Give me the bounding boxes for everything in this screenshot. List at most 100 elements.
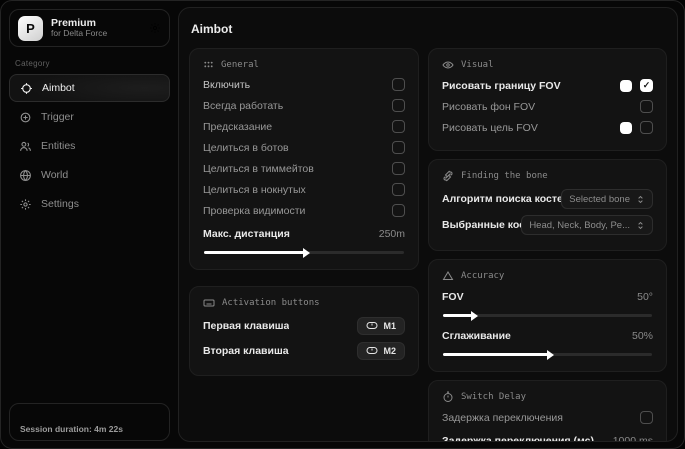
toggle-row-fov-background: Рисовать фон FOV xyxy=(442,96,653,117)
toggle-row-prediction: Предсказание xyxy=(203,116,405,137)
sidebar-item-entities[interactable]: Entities xyxy=(9,132,170,160)
session-duration-box: Session duration: 4m 22s xyxy=(9,403,170,441)
primary-keybind-button[interactable]: M1 xyxy=(357,317,405,335)
entities-icon xyxy=(19,140,32,153)
bone-algorithm-dropdown[interactable]: Selected bone xyxy=(561,189,653,209)
sidebar-item-label: Settings xyxy=(41,198,79,210)
toggle-label: Рисовать фон FOV xyxy=(442,101,535,113)
toggle-row-target-bots: Целиться в ботов xyxy=(203,137,405,158)
slider-fill[interactable] xyxy=(204,251,304,254)
triangle-icon xyxy=(442,270,454,282)
prediction-checkbox[interactable] xyxy=(392,120,405,133)
activation-buttons-card: Activation buttons Первая клавиша M1 Вто… xyxy=(189,286,419,376)
dropdown-value: Selected bone xyxy=(569,194,630,205)
fov-border-checkbox[interactable] xyxy=(640,79,653,92)
section-title: Switch Delay xyxy=(461,392,526,402)
accuracy-card-header: Accuracy xyxy=(442,270,653,282)
slider-value: 50° xyxy=(637,291,653,303)
slider-value: 1000 ms xyxy=(613,435,653,443)
sidebar-item-label: Trigger xyxy=(41,111,74,123)
dropdown-value: Head, Neck, Body, Pe... xyxy=(529,220,630,231)
section-title: Visual xyxy=(461,60,494,70)
target-teammates-checkbox[interactable] xyxy=(392,162,405,175)
fov-target-color-swatch[interactable] xyxy=(620,122,632,134)
keybind-row-primary: Первая клавиша M1 xyxy=(203,313,405,338)
toggle-row-visibility-check: Проверка видимости xyxy=(203,200,405,221)
max-distance-slider[interactable] xyxy=(204,251,404,254)
toggle-label: Предсказание xyxy=(203,121,272,133)
stopwatch-icon xyxy=(442,391,454,403)
sidebar-item-settings[interactable]: Settings xyxy=(9,190,170,218)
slider-fill[interactable] xyxy=(443,353,548,356)
toggle-row-enable: Включить xyxy=(203,74,405,95)
selected-bones-dropdown[interactable]: Head, Neck, Body, Pe... xyxy=(521,215,653,235)
eye-icon xyxy=(442,59,454,71)
max-distance-slider-row: Макс. дистанция 250m xyxy=(203,223,405,254)
slider-label: Задержка переключения (мс) xyxy=(442,435,594,443)
bone-algorithm-row: Алгоритм поиска костей Selected bone xyxy=(442,186,653,212)
main-panel: Aimbot General Включить xyxy=(178,7,678,442)
toggle-label: Рисовать границу FOV xyxy=(442,80,561,92)
slider-label: FOV xyxy=(442,291,464,303)
enable-checkbox[interactable] xyxy=(392,78,405,91)
category-label: Category xyxy=(15,59,170,68)
fov-target-checkbox[interactable] xyxy=(640,121,653,134)
secondary-keybind-button[interactable]: M2 xyxy=(357,342,405,360)
toggle-row-switch-delay: Задержка переключения xyxy=(442,407,653,428)
target-knocked-checkbox[interactable] xyxy=(392,183,405,196)
dropdown-label: Выбранные кости xyxy=(442,219,521,231)
keybind-label: Вторая клавиша xyxy=(203,345,289,357)
section-title: Finding the bone xyxy=(461,171,548,181)
general-card-header: General xyxy=(203,59,405,70)
bone-card-header: Finding the bone xyxy=(442,170,653,182)
switch-delay-checkbox[interactable] xyxy=(640,411,653,424)
keybind-label: Первая клавиша xyxy=(203,320,289,332)
bone-icon xyxy=(442,170,454,182)
switch-delay-card: Switch Delay Задержка переключения Задер… xyxy=(428,380,667,442)
fov-border-color-swatch[interactable] xyxy=(620,80,632,92)
fov-border-controls xyxy=(620,79,653,92)
sidebar-item-aimbot[interactable]: Aimbot xyxy=(9,74,170,102)
section-title: Accuracy xyxy=(461,271,504,281)
visibility-check-checkbox[interactable] xyxy=(392,204,405,217)
brand-box: P Premium for Delta Force xyxy=(9,9,170,47)
smoothing-slider-row: Сглаживание 50% xyxy=(442,325,653,356)
slider-label: Макс. дистанция xyxy=(203,228,290,240)
slider-label-row: FOV 50° xyxy=(442,286,653,307)
toggle-row-always-work: Всегда работать xyxy=(203,95,405,116)
slider-value: 250m xyxy=(379,228,405,240)
fov-background-checkbox[interactable] xyxy=(640,100,653,113)
toggle-label: Всегда работать xyxy=(203,100,283,112)
chevron-up-down-icon xyxy=(636,195,645,204)
slider-label-row: Макс. дистанция 250m xyxy=(203,223,405,244)
sidebar-item-world[interactable]: World xyxy=(9,161,170,189)
page-title: Aimbot xyxy=(191,22,667,36)
toggle-row-target-knocked: Целиться в нокнутых xyxy=(203,179,405,200)
keybind-row-secondary: Вторая клавиша M2 xyxy=(203,338,405,363)
sync-settings-icon[interactable] xyxy=(149,22,161,34)
target-bots-checkbox[interactable] xyxy=(392,141,405,154)
session-duration-text: Session duration: 4m 22s xyxy=(20,424,123,434)
app-window: P Premium for Delta Force Category Aimbo… xyxy=(0,0,685,449)
crosshair-icon xyxy=(20,82,33,95)
fov-slider[interactable] xyxy=(443,314,652,317)
toggle-label: Целиться в ботов xyxy=(203,142,289,154)
right-column: Visual Рисовать границу FOV Рисовать фон… xyxy=(428,48,667,442)
slider-label-row: Сглаживание 50% xyxy=(442,325,653,346)
sidebar: P Premium for Delta Force Category Aimbo… xyxy=(1,1,178,448)
accuracy-card: Accuracy FOV 50° Сглаживание xyxy=(428,259,667,372)
fov-slider-row: FOV 50° xyxy=(442,286,653,317)
section-title: Activation buttons xyxy=(222,298,320,308)
sidebar-item-label: World xyxy=(41,169,68,181)
slider-value: 50% xyxy=(632,330,653,342)
sidebar-item-trigger[interactable]: Trigger xyxy=(9,103,170,131)
slider-fill[interactable] xyxy=(443,314,472,317)
toggle-label: Задержка переключения xyxy=(442,412,563,424)
smoothing-slider[interactable] xyxy=(443,353,652,356)
keyboard-icon xyxy=(203,297,215,309)
selected-bones-row: Выбранные кости Head, Neck, Body, Pe... xyxy=(442,212,653,238)
always-work-checkbox[interactable] xyxy=(392,99,405,112)
slider-label-row: Задержка переключения (мс) 1000 ms xyxy=(442,430,653,442)
toggle-label: Проверка видимости xyxy=(203,205,305,217)
mouse-icon xyxy=(366,321,378,330)
